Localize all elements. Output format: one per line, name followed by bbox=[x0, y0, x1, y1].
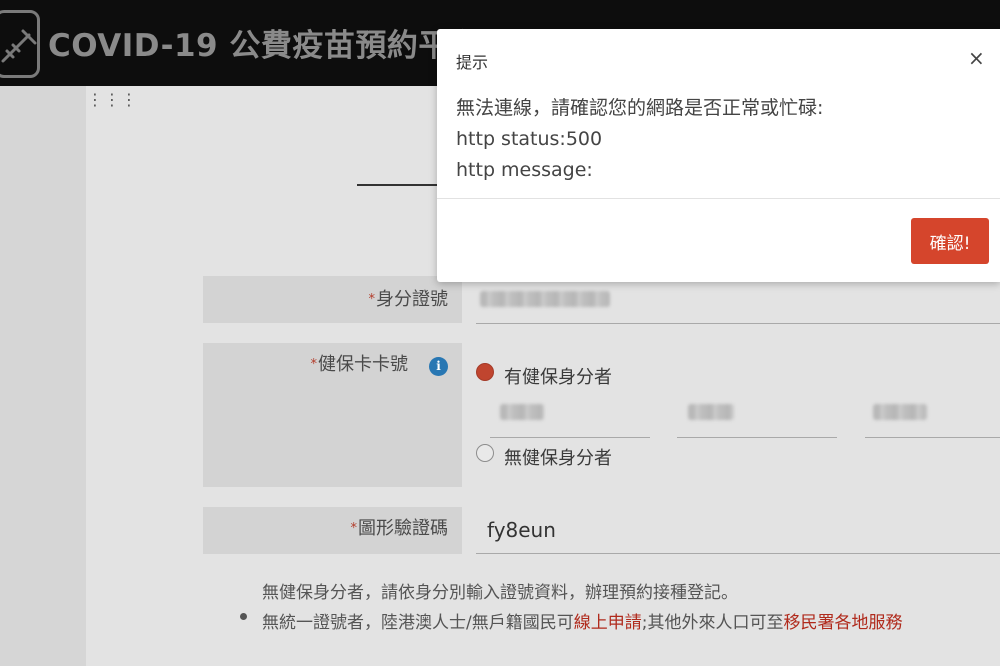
dialog-divider bbox=[437, 198, 1000, 199]
nhi-part1-value[interactable] bbox=[500, 404, 544, 420]
syringe-logo-icon bbox=[0, 10, 40, 78]
immigration-office-link[interactable]: 移民署各地服務 bbox=[783, 613, 902, 633]
nhi-card-label: 健保卡卡號 bbox=[318, 354, 408, 375]
dialog-title: 提示 bbox=[456, 53, 489, 72]
nhi-part3-input[interactable] bbox=[865, 437, 1000, 438]
captcha-label-cell: *圖形驗證碼 bbox=[203, 507, 462, 554]
captcha-input[interactable] bbox=[476, 553, 1000, 554]
nhi-part2-value[interactable] bbox=[688, 404, 734, 420]
note-bullet bbox=[240, 613, 247, 620]
required-mark: * bbox=[310, 357, 318, 372]
dialog-message-line-1: 無法連線，請確認您的網路是否正常或忙碌: bbox=[456, 97, 824, 119]
info-icon[interactable]: i bbox=[429, 357, 448, 376]
nhi-part2-input[interactable] bbox=[677, 437, 837, 438]
nhi-part1-input[interactable] bbox=[490, 437, 650, 438]
captcha-input-value[interactable]: fy8eun bbox=[487, 518, 556, 542]
id-number-label: 身分證號 bbox=[376, 289, 448, 310]
nhi-part3-value[interactable] bbox=[873, 404, 927, 420]
confirm-button[interactable]: 確認! bbox=[911, 218, 989, 264]
dialog-message-line-2: http status:500 bbox=[456, 128, 603, 150]
nhi-card-label-cell: *健保卡卡號 bbox=[203, 343, 462, 487]
note-line-2-mid: ;其他外來人口可至 bbox=[641, 613, 784, 633]
required-mark: * bbox=[350, 521, 358, 536]
close-icon[interactable]: × bbox=[968, 48, 985, 68]
id-number-label-cell: *身分證號 bbox=[203, 276, 462, 323]
id-number-input-value[interactable] bbox=[480, 291, 610, 307]
note-line-1: 無健保身分者，請依身分別輸入證號資料，辦理預約接種登記。 bbox=[262, 583, 738, 603]
nhi-no-label[interactable]: 無健保身分者 bbox=[504, 444, 612, 470]
drag-grip-icon: ⋮⋮⋮ bbox=[87, 90, 138, 109]
site-title: COVID-19 公費疫苗預約平台 bbox=[48, 28, 482, 64]
online-apply-link[interactable]: 線上申請 bbox=[574, 613, 642, 633]
required-mark: * bbox=[368, 292, 376, 307]
alert-dialog: 提示 × 無法連線，請確認您的網路是否正常或忙碌: http status:50… bbox=[437, 29, 1000, 282]
id-number-input[interactable] bbox=[476, 323, 1000, 324]
dialog-message-line-3: http message: bbox=[456, 159, 593, 181]
note-line-2: 無統一證號者，陸港澳人士/無戶籍國民可線上申請;其他外來人口可至移民署各地服務 bbox=[262, 608, 902, 633]
nhi-yes-label[interactable]: 有健保身分者 bbox=[504, 363, 612, 389]
nhi-yes-radio[interactable] bbox=[476, 363, 494, 381]
nhi-no-radio[interactable] bbox=[476, 444, 494, 462]
dialog-message: 無法連線，請確認您的網路是否正常或忙碌: http status:500 htt… bbox=[456, 93, 823, 186]
note-line-2-text: 無統一證號者，陸港澳人士/無戶籍國民可 bbox=[262, 613, 574, 633]
captcha-label: 圖形驗證碼 bbox=[358, 518, 448, 539]
